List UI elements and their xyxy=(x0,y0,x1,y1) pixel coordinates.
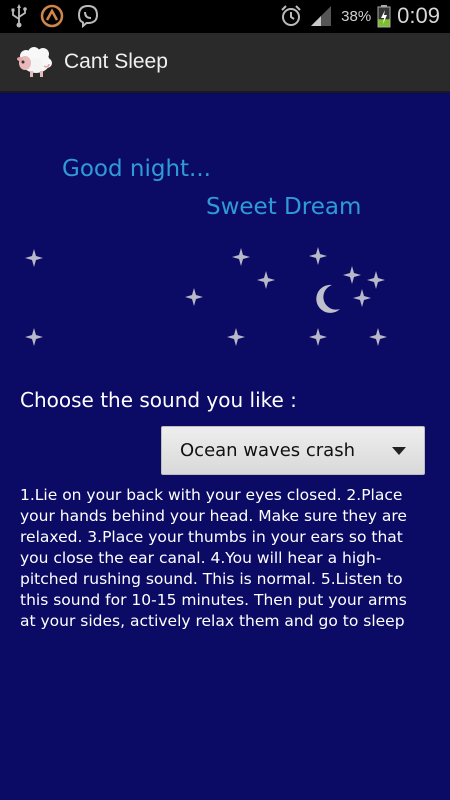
star-icon xyxy=(309,247,327,265)
status-bar: 38% 0:09 xyxy=(0,0,450,33)
battery-percent: 38% xyxy=(341,7,372,25)
instructions-text: 1.Lie on your back with your eyes closed… xyxy=(20,486,407,630)
action-bar: Cant Sleep xyxy=(0,33,450,93)
avast-icon xyxy=(40,4,64,28)
star-icon xyxy=(367,271,385,289)
clock: 0:09 xyxy=(397,3,440,28)
sheep-icon[interactable] xyxy=(16,44,54,80)
sound-select-value: Ocean waves crash xyxy=(180,440,355,461)
star-icon xyxy=(227,328,245,346)
app-title: Cant Sleep xyxy=(64,50,168,73)
dropdown-arrow-icon xyxy=(392,447,406,455)
star-icon xyxy=(309,328,327,346)
notification-icons xyxy=(10,4,100,28)
battery-icon xyxy=(377,5,391,28)
choose-sound-label: Choose the sound you like : xyxy=(20,388,297,412)
viber-icon xyxy=(77,4,99,28)
system-icons: 38% 0:09 xyxy=(279,3,440,29)
star-icon xyxy=(369,328,387,346)
signal-icon xyxy=(311,6,332,26)
usb-icon xyxy=(11,4,27,28)
star-icon xyxy=(25,249,43,267)
star-icon xyxy=(185,288,203,306)
main-content: Good night... Sweet Dream Choose the sou… xyxy=(0,93,450,800)
sound-select[interactable]: Ocean waves crash xyxy=(161,426,425,475)
star-icon xyxy=(257,271,275,289)
star-icon xyxy=(343,266,361,284)
star-icon xyxy=(353,289,371,307)
moon-icon xyxy=(316,284,340,313)
greeting-sweet-dream: Sweet Dream xyxy=(206,194,362,220)
screen: 38% 0:09 Cant Sleep Good night... Sweet … xyxy=(0,0,450,800)
star-icon xyxy=(25,328,43,346)
alarm-icon xyxy=(281,5,301,26)
greeting-good-night: Good night... xyxy=(62,156,211,182)
star-icon xyxy=(232,248,250,266)
night-sky-decoration xyxy=(25,247,387,346)
